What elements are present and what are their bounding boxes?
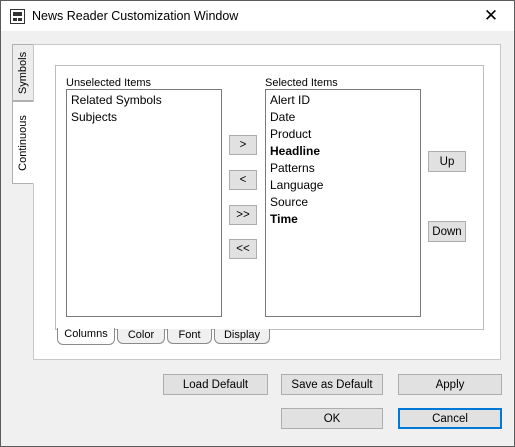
list-item[interactable]: Language: [270, 177, 416, 194]
load-default-button[interactable]: Load Default: [163, 374, 268, 395]
app-icon: [10, 9, 25, 24]
tab-color[interactable]: Color: [117, 329, 165, 344]
tab-symbols[interactable]: Symbols: [12, 44, 34, 101]
list-item[interactable]: Alert ID: [270, 92, 416, 109]
add-all-button[interactable]: >>: [229, 205, 257, 225]
selected-items-list[interactable]: Alert ID Date Product Headline Patterns …: [265, 89, 421, 317]
list-item[interactable]: Headline: [270, 143, 416, 160]
add-item-button[interactable]: >: [229, 135, 257, 155]
list-item[interactable]: Time: [270, 211, 416, 228]
list-item[interactable]: Related Symbols: [71, 92, 217, 109]
list-item[interactable]: Source: [270, 194, 416, 211]
move-up-button[interactable]: Up: [428, 151, 466, 172]
list-item[interactable]: Date: [270, 109, 416, 126]
tab-continuous[interactable]: Continuous: [12, 101, 34, 184]
customization-window: News Reader Customization Window ✕ Symbo…: [0, 0, 515, 447]
tab-symbols-label: Symbols: [17, 51, 29, 94]
tab-columns[interactable]: Columns: [57, 328, 115, 345]
cancel-button[interactable]: Cancel: [398, 408, 502, 429]
list-item[interactable]: Patterns: [270, 160, 416, 177]
tab-display[interactable]: Display: [214, 329, 270, 344]
list-item[interactable]: Product: [270, 126, 416, 143]
ok-button[interactable]: OK: [281, 408, 383, 429]
save-as-default-button[interactable]: Save as Default: [281, 374, 383, 395]
selected-items-label: Selected Items: [265, 77, 338, 89]
move-down-button[interactable]: Down: [428, 221, 466, 242]
apply-button[interactable]: Apply: [398, 374, 502, 395]
remove-all-button[interactable]: <<: [229, 239, 257, 259]
list-item[interactable]: Subjects: [71, 109, 217, 126]
close-icon[interactable]: ✕: [468, 1, 514, 31]
remove-item-button[interactable]: <: [229, 170, 257, 190]
tab-font[interactable]: Font: [167, 329, 212, 344]
window-title: News Reader Customization Window: [32, 9, 239, 23]
title-bar: News Reader Customization Window ✕: [1, 1, 514, 31]
tab-continuous-label: Continuous: [17, 114, 29, 171]
unselected-items-label: Unselected Items: [66, 77, 151, 89]
unselected-items-list[interactable]: Related Symbols Subjects: [66, 89, 222, 317]
